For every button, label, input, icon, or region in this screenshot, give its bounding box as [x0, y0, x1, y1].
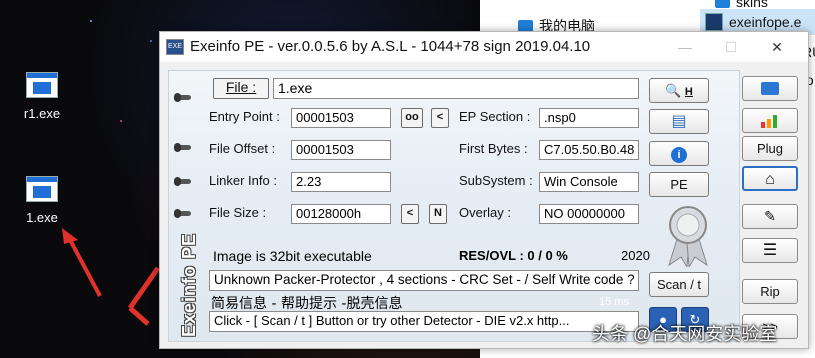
wrench-icon: ✎: [764, 208, 776, 224]
maximize-button[interactable]: ☐: [708, 32, 754, 62]
ep-section-field[interactable]: .nsp0: [539, 108, 639, 128]
folder-icon: [715, 0, 730, 8]
star-dot: [120, 120, 122, 122]
scan-time-text: 15 ms.: [599, 296, 633, 308]
home-button[interactable]: ⌂: [742, 166, 798, 191]
ep-oo-button[interactable]: oo: [401, 108, 423, 128]
exe-file-icon: [705, 13, 723, 31]
fs-back-button[interactable]: <: [401, 204, 419, 224]
file-offset-field[interactable]: 00001503: [291, 140, 391, 160]
home-icon: ⌂: [765, 171, 775, 188]
file-size-label: File Size :: [209, 205, 267, 220]
desktop-icon-1exe[interactable]: 1.exe: [10, 176, 74, 225]
rip-button[interactable]: Rip: [742, 279, 798, 304]
star-dot: [150, 40, 152, 42]
h-label: H: [684, 86, 693, 98]
desktop-icon-label: 1.exe: [26, 210, 58, 225]
nail-icon: [174, 177, 191, 186]
file-button[interactable]: File :: [213, 78, 269, 99]
linker-info-field[interactable]: 2.23: [291, 172, 391, 192]
pe-button[interactable]: PE: [649, 172, 709, 197]
exe-file-icon: [26, 176, 58, 202]
hint-links[interactable]: 简易信息 - 帮助提示 -脱壳信息: [211, 293, 402, 313]
red-arrow-icon: [62, 228, 161, 326]
main-panel: File : 1.exe Entry Point : 00001503 oo <…: [168, 70, 740, 342]
scan-button[interactable]: Scan / t: [649, 272, 709, 297]
stats-button[interactable]: [742, 108, 798, 133]
entry-point-field[interactable]: 00001503: [291, 108, 391, 128]
info-icon: i: [671, 147, 687, 163]
nail-icon: [174, 143, 191, 152]
entry-point-label: Entry Point :: [209, 109, 280, 124]
app-icon: EXE: [166, 39, 184, 55]
minimize-button[interactable]: —: [662, 32, 708, 62]
first-bytes-field[interactable]: C7.05.50.B0.48: [539, 140, 639, 160]
sections-icon: ▤: [671, 113, 687, 130]
explorer-item-skins[interactable]: skins: [715, 0, 768, 10]
exeinfo-logo: Exeinfo PE: [179, 232, 199, 338]
image-info-text: Image is 32bit executable: [213, 248, 372, 264]
ep-section-label: EP Section :: [459, 109, 531, 124]
menu-button[interactable]: ☰: [742, 238, 798, 263]
info-button[interactable]: i: [649, 141, 709, 166]
menu-icon: ☰: [762, 242, 778, 259]
detection-result-field[interactable]: Unknown Packer-Protector , 4 sections - …: [209, 270, 639, 291]
year-text: 2020: [621, 248, 650, 263]
search-h-button[interactable]: 🔍 H: [649, 78, 709, 103]
magnifier-icon: 🔍: [665, 83, 682, 98]
explorer-item-exeinfope[interactable]: exeinfope.e: [705, 13, 801, 31]
exeinfo-window: EXE Exeinfo PE - ver.0.0.5.6 by A.S.L - …: [159, 31, 809, 349]
subsystem-label: SubSystem :: [459, 173, 533, 188]
exe-file-icon: [26, 72, 58, 98]
file-size-field[interactable]: 00128000h: [291, 204, 391, 224]
subsystem-field[interactable]: Win Console: [539, 172, 639, 192]
folder-icon: [761, 82, 779, 95]
file-path-field[interactable]: 1.exe: [273, 78, 639, 99]
bar-chart-icon: [761, 115, 777, 128]
nail-icon: [174, 93, 191, 102]
nail-icon: [174, 209, 191, 218]
overlay-label: Overlay :: [459, 205, 512, 220]
first-bytes-label: First Bytes :: [459, 141, 528, 156]
tools-button[interactable]: ✎: [742, 204, 798, 229]
sections-button[interactable]: ▤: [649, 109, 709, 134]
badge-icon: [668, 206, 708, 267]
window-title: Exeinfo PE - ver.0.0.5.6 by A.S.L - 1044…: [190, 38, 591, 55]
desktop-icon-r1[interactable]: r1.exe: [10, 72, 74, 121]
linker-info-label: Linker Info :: [209, 173, 277, 188]
fs-n-button[interactable]: N: [429, 204, 447, 224]
overlay-field[interactable]: NO 00000000: [539, 204, 639, 224]
res-ovl-text: RES/OVL : 0 / 0 %: [459, 248, 568, 263]
plug-button[interactable]: Plug: [742, 136, 798, 161]
title-bar[interactable]: EXE Exeinfo PE - ver.0.0.5.6 by A.S.L - …: [160, 32, 808, 62]
ep-back-button[interactable]: <: [431, 108, 449, 128]
file-offset-label: File Offset :: [209, 141, 276, 156]
desktop-icon-label: r1.exe: [23, 106, 61, 121]
watermark-text: 头条 @合天网安实验室: [592, 324, 778, 344]
open-folder-button[interactable]: [742, 76, 798, 101]
close-button[interactable]: ✕: [754, 32, 800, 62]
star-dot: [90, 20, 92, 22]
hint-field[interactable]: Click - [ Scan / t ] Button or try other…: [209, 311, 639, 332]
